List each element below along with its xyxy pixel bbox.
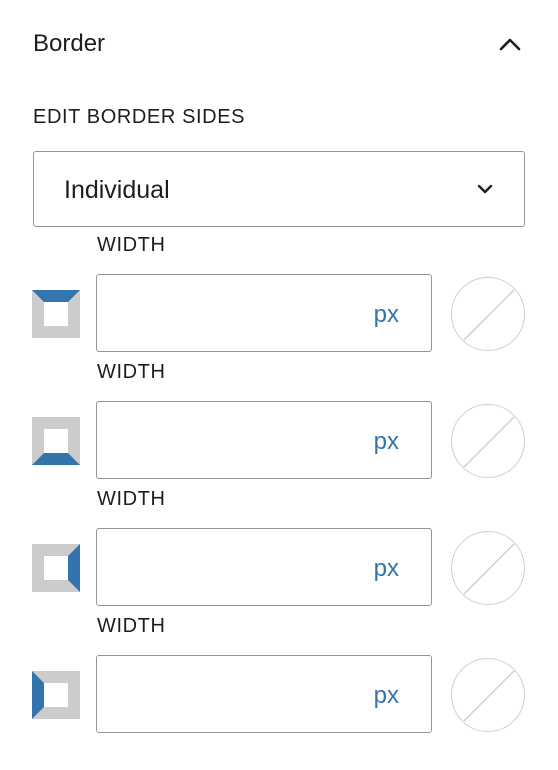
edit-border-sides-select[interactable]: Individual	[33, 151, 525, 227]
width-value-input[interactable]	[109, 666, 359, 722]
border-side-left: WIDTH px	[0, 615, 558, 742]
unit-select[interactable]: px	[374, 555, 399, 583]
no-color-icon	[463, 289, 515, 341]
border-color-button[interactable]	[451, 277, 525, 351]
border-side-right: WIDTH px	[0, 488, 558, 615]
border-right-icon	[32, 544, 80, 592]
unit-select[interactable]: px	[374, 301, 399, 329]
border-color-button[interactable]	[451, 658, 525, 732]
width-label: WIDTH	[97, 488, 166, 510]
unit-select[interactable]: px	[374, 428, 399, 456]
width-input-left[interactable]: px	[96, 655, 432, 733]
panel-header[interactable]: Border	[33, 24, 528, 68]
chevron-up-icon	[499, 38, 521, 51]
no-color-icon	[463, 416, 515, 468]
width-input-bottom[interactable]: px	[96, 401, 432, 479]
chevron-down-icon	[477, 184, 493, 194]
border-side-bottom: WIDTH px	[0, 361, 558, 488]
unit-select[interactable]: px	[374, 682, 399, 710]
select-value: Individual	[64, 176, 170, 204]
border-color-button[interactable]	[451, 531, 525, 605]
width-value-input[interactable]	[109, 285, 359, 341]
width-label: WIDTH	[97, 234, 166, 256]
border-top-icon	[32, 290, 80, 338]
border-side-top: WIDTH px	[0, 234, 558, 361]
no-color-icon	[463, 543, 515, 595]
width-value-input[interactable]	[109, 539, 359, 595]
border-left-icon	[32, 671, 80, 719]
border-bottom-icon	[32, 417, 80, 465]
edit-border-sides-label: EDIT BORDER SIDES	[33, 106, 246, 128]
width-label: WIDTH	[97, 615, 166, 637]
width-value-input[interactable]	[109, 412, 359, 468]
no-color-icon	[463, 670, 515, 722]
panel-title: Border	[33, 30, 106, 57]
width-label: WIDTH	[97, 361, 166, 383]
width-input-top[interactable]: px	[96, 274, 432, 352]
width-input-right[interactable]: px	[96, 528, 432, 606]
border-color-button[interactable]	[451, 404, 525, 478]
collapse-button[interactable]	[492, 26, 528, 62]
